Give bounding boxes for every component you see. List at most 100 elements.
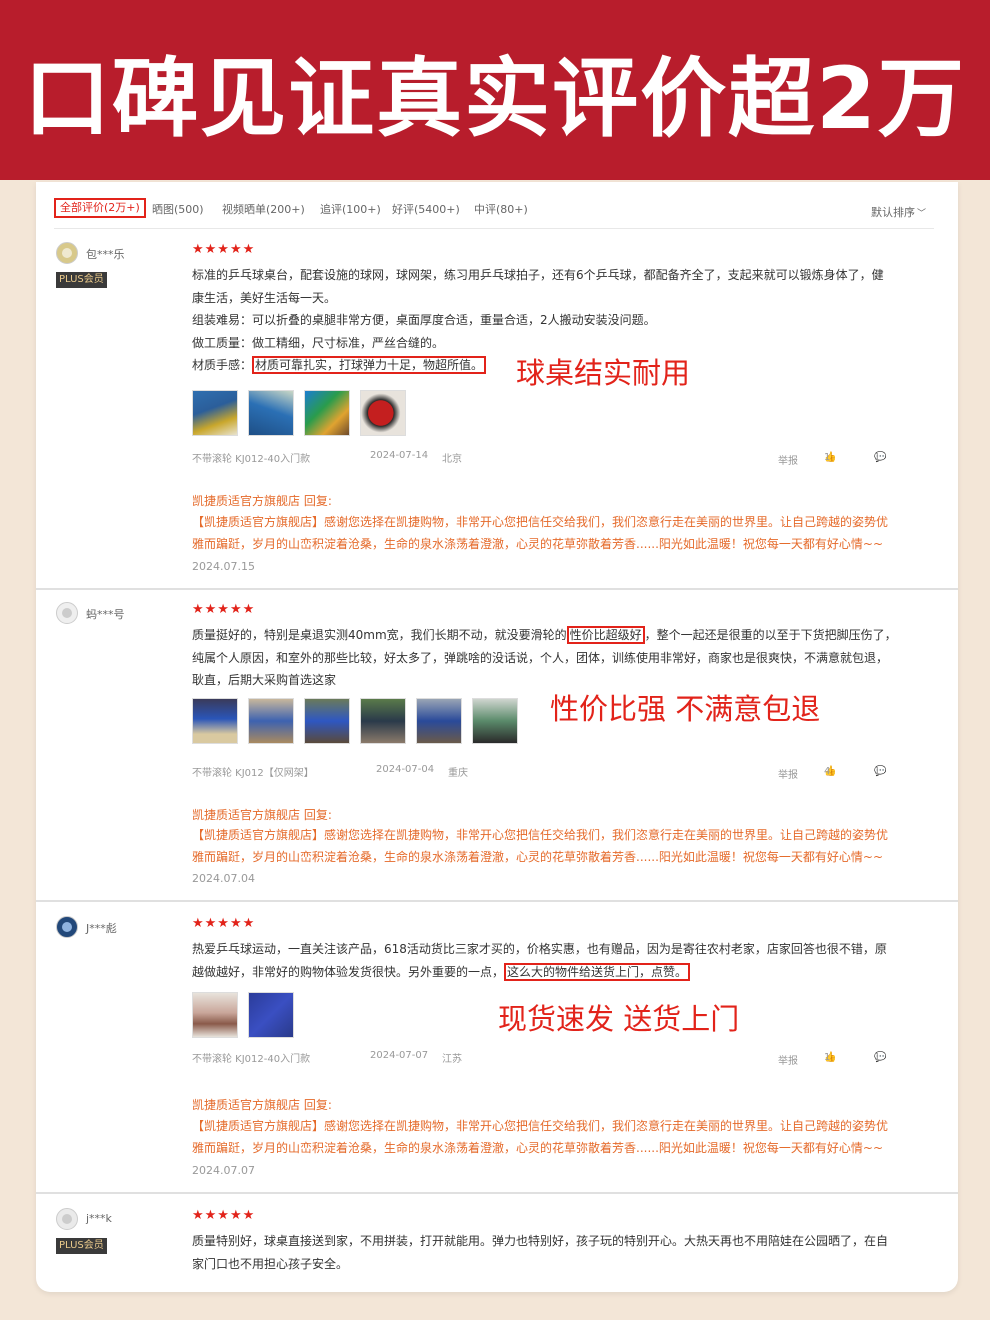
rating-stars: ★★★★★	[192, 916, 256, 931]
photo-thumbnail[interactable]	[192, 992, 238, 1038]
photo-thumbnail[interactable]	[360, 698, 406, 744]
seller-reply-header: 凯捷质适官方旗舰店 回复:	[192, 494, 332, 508]
review-location: 重庆	[448, 768, 468, 779]
reply-line: 【凯捷质适官方旗舰店】感谢您选择在凯捷购物，非常开心您把信任交给我们，我们恣意行…	[192, 515, 889, 529]
tab-follow-up-reviews[interactable]: 追评(100+)	[316, 200, 385, 220]
review-location: 江苏	[442, 1054, 462, 1065]
like-count: 1	[824, 1052, 831, 1063]
review-line: 热爱乒乓球运动，一直关注该产品，618活动货比三家才买的，价格实惠，也有赠品，因…	[192, 942, 887, 956]
photo-thumbnail[interactable]	[304, 390, 350, 436]
reviewer-name: j***k	[86, 1212, 112, 1225]
avatar[interactable]	[56, 1208, 78, 1230]
review-date: 2024-07-04	[376, 764, 435, 775]
highlighted-text: 材质可靠扎实，打球弹力十足，物超所值。	[252, 356, 487, 374]
reply-date: 2024.07.04	[192, 872, 255, 885]
callout-text: 现货速发 送货上门	[498, 1002, 740, 1036]
plus-member-badge: PLUS会员	[56, 272, 107, 288]
reviewer-name: J***彪	[86, 922, 117, 935]
photo-thumbnail[interactable]	[304, 698, 350, 744]
review-panel: 全部评价(2万+) 晒图(500) 视频晒单(200+) 追评(100+) 好评…	[36, 182, 958, 1292]
filter-bar: 全部评价(2万+) 晒图(500) 视频晒单(200+) 追评(100+) 好评…	[54, 198, 934, 226]
tab-neutral-reviews[interactable]: 中评(80+)	[470, 200, 532, 220]
tab-video-reviews[interactable]: 视频晒单(200+)	[218, 200, 309, 220]
reply-date: 2024.07.15	[192, 560, 255, 573]
tab-photo-reviews[interactable]: 晒图(500)	[148, 200, 208, 220]
seller-reply-body: 【凯捷质适官方旗舰店】感谢您选择在凯捷购物，非常开心您把信任交给我们，我们恣意行…	[192, 1115, 932, 1159]
callout-text: 性价比强 不满意包退	[550, 692, 821, 726]
rating-stars: ★★★★★	[192, 602, 256, 617]
photo-thumbnail[interactable]	[248, 992, 294, 1038]
plus-member-badge: PLUS会员	[56, 1238, 107, 1254]
review-line-prefix: 越做越好，非常好的购物体验发货很快。另外重要的一点，	[192, 964, 505, 979]
review-line: 质量特别好，球桌直接送到家，不用拼装，打开就能用。弹力也特别好，孩子玩的特别开心…	[192, 1234, 889, 1248]
review-line: 家门口也不用担心孩子安全。	[192, 1256, 349, 1271]
review-divider	[36, 900, 958, 902]
photo-thumbnail[interactable]	[416, 698, 462, 744]
rating-stars: ★★★★★	[192, 242, 256, 257]
review-actions: 举报 👍 1 💬 1	[748, 452, 928, 467]
photo-thumbnail[interactable]	[248, 390, 294, 436]
reviewer-name: 蚂***号	[86, 608, 125, 621]
comment-count: 1	[874, 766, 881, 777]
reply-line: 雅而蹁跹，岁月的山峦积淀着沧桑，生命的泉水涤荡着澄澈，心灵的花草弥散着芳香...…	[192, 850, 884, 864]
review-text: 热爱乒乓球运动，一直关注该产品，618活动货比三家才买的，价格实惠，也有赠品，因…	[192, 938, 927, 983]
highlighted-text: 这么大的物件给送货上门，点赞。	[504, 962, 691, 981]
review-text: 质量特别好，球桌直接送到家，不用拼装，打开就能用。弹力也特别好，孩子玩的特别开心…	[192, 1230, 927, 1275]
report-link[interactable]: 举报	[778, 1052, 798, 1067]
review-divider	[36, 588, 958, 590]
seller-reply-header: 凯捷质适官方旗舰店 回复:	[192, 1098, 332, 1112]
review-line: 标准的乒乓球桌台，配套设施的球网，球网架，练习用乒乓球拍子，还有6个乒乓球，都配…	[192, 268, 884, 282]
review-line: 质量挺好的，特别是桌退实测40mm宽，我们长期不动，就没要滑轮的 性价比超级好 ，整…	[192, 624, 927, 647]
chevron-down-icon: ﹀	[916, 209, 926, 219]
photo-thumbnail[interactable]	[192, 390, 238, 436]
banner-title: 口碑见证真实评价超2万	[24, 49, 966, 149]
seller-reply-body: 【凯捷质适官方旗舰店】感谢您选择在凯捷购物，非常开心您把信任交给我们，我们恣意行…	[192, 824, 932, 868]
rating-stars: ★★★★★	[192, 1208, 256, 1223]
review-line-suffix: ，整个一起还是很重的以至于下货把脚压伤了，	[644, 628, 897, 642]
review-date: 2024-07-14	[370, 450, 429, 461]
reviewer-name: 包***乐	[86, 248, 125, 261]
review-line: 纯属个人原因，和室外的那些比较，好太多了，弹跳啥的没话说，个人，团体，训练使用非…	[192, 650, 889, 665]
avatar[interactable]	[56, 242, 78, 264]
tab-positive-reviews[interactable]: 好评(5400+)	[388, 200, 464, 220]
reply-line: 【凯捷质适官方旗舰店】感谢您选择在凯捷购物，非常开心您把信任交给我们，我们恣意行…	[192, 1119, 889, 1133]
seller-reply-body: 【凯捷质适官方旗舰店】感谢您选择在凯捷购物，非常开心您把信任交给我们，我们恣意行…	[192, 511, 932, 555]
review-text: 质量挺好的，特别是桌退实测40mm宽，我们长期不动，就没要滑轮的 性价比超级好 ，整…	[192, 624, 927, 692]
product-variant: 不带滚轮 KJ012-40入门款	[192, 1054, 311, 1065]
like-count: 4	[824, 766, 831, 777]
review-line-prefix: 质量挺好的，特别是桌退实测40mm宽，我们长期不动，就没要滑轮的	[192, 628, 567, 642]
photo-thumbnail[interactable]	[360, 390, 406, 436]
review-line: 组装难易：可以折叠的桌腿非常方便，桌面厚度合适，重量合适，2人搬动安装没问题。	[192, 313, 656, 327]
review-line-prefix: 材质手感：	[192, 358, 253, 372]
review-location: 北京	[442, 454, 462, 465]
seller-reply-header: 凯捷质适官方旗舰店 回复:	[192, 808, 332, 822]
callout-text: 球桌结实耐用	[516, 356, 691, 390]
review-line: 康生活，美好生活每一天。	[192, 290, 337, 305]
avatar[interactable]	[56, 602, 78, 624]
product-variant: 不带滚轮 KJ012-40入门款	[192, 454, 311, 465]
sort-label: 默认排序	[870, 206, 915, 219]
review-date: 2024-07-07	[370, 1050, 429, 1061]
product-variant: 不带滚轮 KJ012【仅网架】	[192, 768, 314, 779]
photo-thumbnail[interactable]	[192, 698, 238, 744]
photo-thumbnail[interactable]	[248, 698, 294, 744]
banner: 口碑见证真实评价超2万	[0, 0, 990, 180]
review-actions: 举报 👍 1 💬 1	[748, 1052, 928, 1067]
review-divider	[36, 1192, 958, 1194]
review-line: 越做越好，非常好的购物体验发货很快。另外重要的一点， 这么大的物件给送货上门，点赞…	[192, 961, 927, 984]
tab-all-reviews[interactable]: 全部评价(2万+)	[54, 198, 146, 218]
avatar[interactable]	[56, 916, 78, 938]
comment-count: 1	[874, 1052, 881, 1063]
reply-line: 雅而蹁跹，岁月的山峦积淀着沧桑，生命的泉水涤荡着澄澈，心灵的花草弥散着芳香...…	[192, 537, 884, 551]
reply-date: 2024.07.07	[192, 1164, 255, 1177]
highlighted-text: 性价比超级好	[566, 626, 645, 644]
reply-line: 雅而蹁跹，岁月的山峦积淀着沧桑，生命的泉水涤荡着澄澈，心灵的花草弥散着芳香...…	[192, 1141, 884, 1155]
review-actions: 举报 👍 4 💬 1	[748, 766, 928, 781]
sort-dropdown[interactable]: 默认排序 ﹀	[871, 204, 926, 220]
photo-thumbnail[interactable]	[472, 698, 518, 744]
report-link[interactable]: 举报	[778, 766, 798, 781]
comment-count: 1	[874, 452, 881, 463]
report-link[interactable]: 举报	[778, 452, 798, 467]
reply-line: 【凯捷质适官方旗舰店】感谢您选择在凯捷购物，非常开心您把信任交给我们，我们恣意行…	[192, 828, 889, 842]
divider	[54, 228, 934, 229]
